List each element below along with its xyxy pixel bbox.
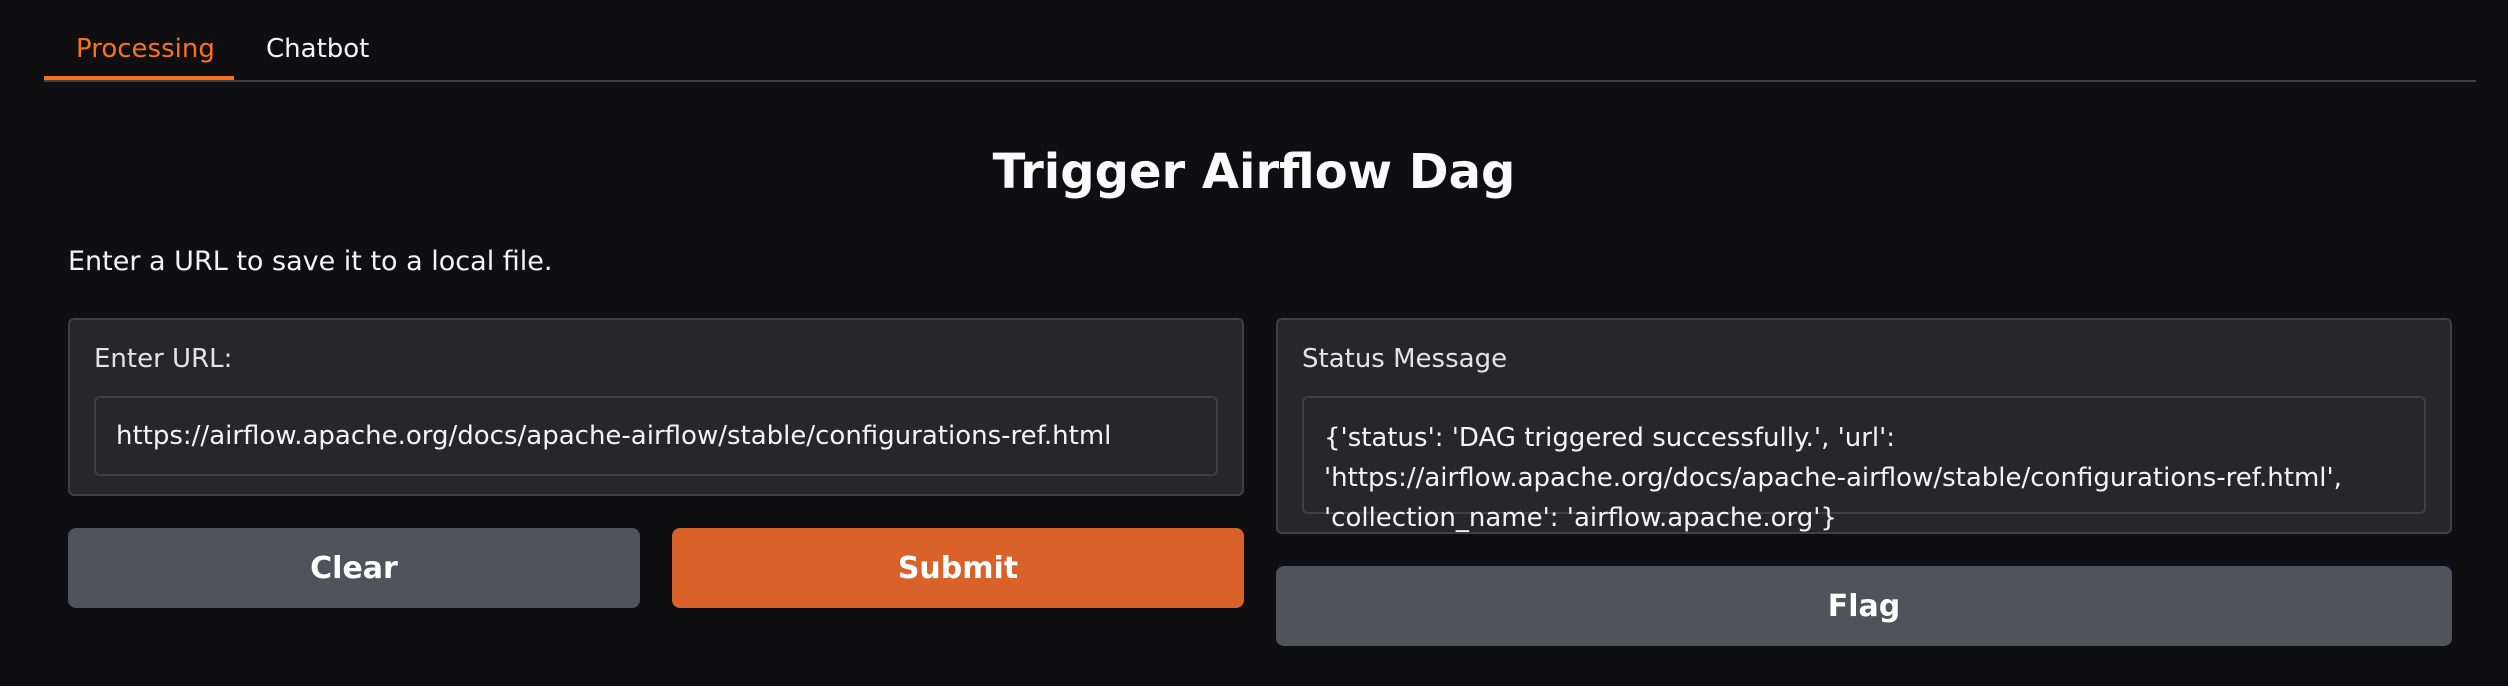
url-input[interactable] [116, 398, 1196, 474]
clear-button[interactable]: Clear [68, 528, 640, 608]
url-input-panel: Enter URL: [68, 318, 1244, 496]
status-message-label: Status Message [1302, 344, 1508, 374]
url-input-label: Enter URL: [94, 344, 233, 374]
status-message-output[interactable]: {'status': 'DAG triggered successfully.'… [1302, 396, 2426, 533]
tab-bar: Processing Chatbot [44, 0, 2476, 82]
page-title: Trigger Airflow Dag [992, 144, 1516, 200]
active-tab-indicator [44, 76, 234, 80]
page-description: Enter a URL to save it to a local file. [68, 246, 553, 277]
status-message-panel: Status Message {'status': 'DAG triggered… [1276, 318, 2452, 534]
flag-button[interactable]: Flag [1276, 566, 2452, 646]
tab-chatbot[interactable]: Chatbot [266, 30, 369, 68]
tab-processing[interactable]: Processing [76, 30, 215, 68]
url-input-field[interactable] [94, 396, 1218, 476]
submit-button[interactable]: Submit [672, 528, 1244, 608]
